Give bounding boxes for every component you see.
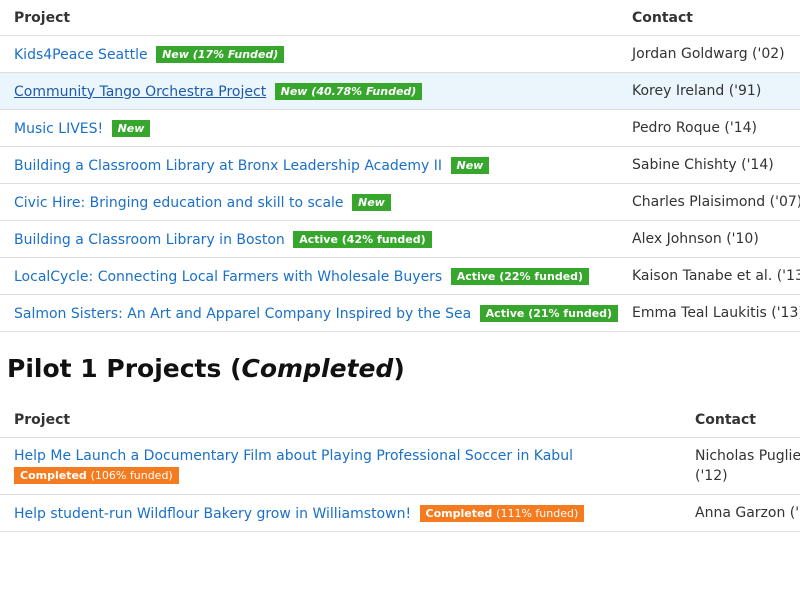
project-link[interactable]: Kids4Peace Seattle (14, 47, 148, 63)
table-row: Help student-run Wildflour Bakery grow i… (0, 494, 800, 532)
table-row: Salmon Sisters: An Art and Apparel Compa… (0, 294, 800, 332)
project-link[interactable]: Music LIVES! (14, 121, 103, 137)
status-badge: New (40.78% Funded) (274, 82, 423, 100)
project-column-header[interactable]: Project (0, 0, 624, 36)
project-cell: Building a Classroom Library in Boston A… (0, 220, 624, 258)
project-link[interactable]: Building a Classroom Library in Boston (14, 232, 285, 248)
contact-cell: Anna Garzon (' (687, 494, 800, 532)
status-badge: New (17% Funded) (156, 45, 285, 63)
contact-cell: Kaison Tanabe et al. ('13 (624, 257, 800, 295)
heading-emphasis: Completed (241, 354, 394, 383)
contact-cell: Sabine Chishty ('14) (624, 146, 800, 184)
badge-line: Completed (106% funded) (14, 466, 687, 486)
contact-column-header[interactable]: Contact (687, 402, 800, 438)
heading-suffix: ) (393, 354, 405, 383)
project-column-header[interactable]: Project (0, 402, 687, 438)
contact-cell: Jordan Goldwarg ('02) (624, 35, 800, 73)
project-link[interactable]: Help student-run Wildflour Bakery grow i… (14, 506, 411, 522)
project-cell: Help Me Launch a Documentary Film about … (0, 437, 687, 495)
project-cell: Community Tango Orchestra Project New (4… (0, 72, 624, 110)
contact-cell: Pedro Roque ('14) (624, 109, 800, 147)
contact-cell: Alex Johnson ('10) (624, 220, 800, 258)
table-header-row: Project Contact (0, 402, 800, 438)
project-cell: Building a Classroom Library at Bronx Le… (0, 146, 624, 184)
contact-cell: Emma Teal Laukitis ('13) (624, 294, 800, 332)
contact-cell: Korey Ireland ('91) (624, 72, 800, 110)
status-badge: Completed (106% funded) (14, 467, 179, 484)
heading-prefix: Pilot 1 Projects ( (7, 354, 242, 383)
current-projects-table: Project Contact Kids4Peace Seattle New (… (0, 0, 800, 332)
badge-label: Completed (20, 469, 87, 482)
table-row: Music LIVES! New Pedro Roque ('14) (0, 109, 800, 147)
project-link[interactable]: Civic Hire: Bringing education and skill… (14, 195, 344, 211)
project-cell: LocalCycle: Connecting Local Farmers wit… (0, 257, 624, 295)
status-badge: Active (22% funded) (450, 267, 590, 285)
status-badge: Active (21% funded) (479, 304, 619, 322)
table-row: Help Me Launch a Documentary Film about … (0, 437, 800, 495)
table-row: Building a Classroom Library at Bronx Le… (0, 146, 800, 184)
contact-cell: Charles Plaisimond ('07) (624, 183, 800, 221)
project-link[interactable]: Salmon Sisters: An Art and Apparel Compa… (14, 306, 471, 322)
project-link[interactable]: LocalCycle: Connecting Local Farmers wit… (14, 269, 442, 285)
badge-percent: (106% funded) (90, 469, 173, 482)
project-cell: Music LIVES! New (0, 109, 624, 147)
status-badge: New (111, 119, 151, 137)
contact-cell: Nicholas Puglie ('12) (687, 437, 800, 495)
table-row: Civic Hire: Bringing education and skill… (0, 183, 800, 221)
table-row: Kids4Peace Seattle New (17% Funded) Jord… (0, 35, 800, 73)
status-badge: New (450, 156, 490, 174)
project-link[interactable]: Community Tango Orchestra Project (14, 84, 266, 100)
pilot-projects-heading: Pilot 1 Projects (Completed) (7, 354, 405, 383)
project-cell: Kids4Peace Seattle New (17% Funded) (0, 35, 624, 73)
project-cell: Civic Hire: Bringing education and skill… (0, 183, 624, 221)
contact-column-header[interactable]: Contact (624, 0, 800, 36)
project-cell: Salmon Sisters: An Art and Apparel Compa… (0, 294, 624, 332)
project-link[interactable]: Help Me Launch a Documentary Film about … (14, 448, 573, 464)
badge-label: Completed (425, 506, 493, 520)
status-badge: New (352, 193, 391, 211)
badge-percent: (111% funded) (496, 506, 579, 520)
table-row: Building a Classroom Library in Boston A… (0, 220, 800, 258)
pilot-projects-table: Project Contact Help Me Launch a Documen… (0, 402, 800, 532)
table-header-row: Project Contact (0, 0, 800, 36)
project-cell: Help student-run Wildflour Bakery grow i… (0, 494, 687, 532)
table-row: Community Tango Orchestra Project New (4… (0, 72, 800, 110)
table-row: LocalCycle: Connecting Local Farmers wit… (0, 257, 800, 295)
status-badge: Completed (111% funded) (419, 504, 585, 522)
project-link[interactable]: Building a Classroom Library at Bronx Le… (14, 158, 442, 174)
status-badge: Active (42% funded) (293, 230, 432, 248)
